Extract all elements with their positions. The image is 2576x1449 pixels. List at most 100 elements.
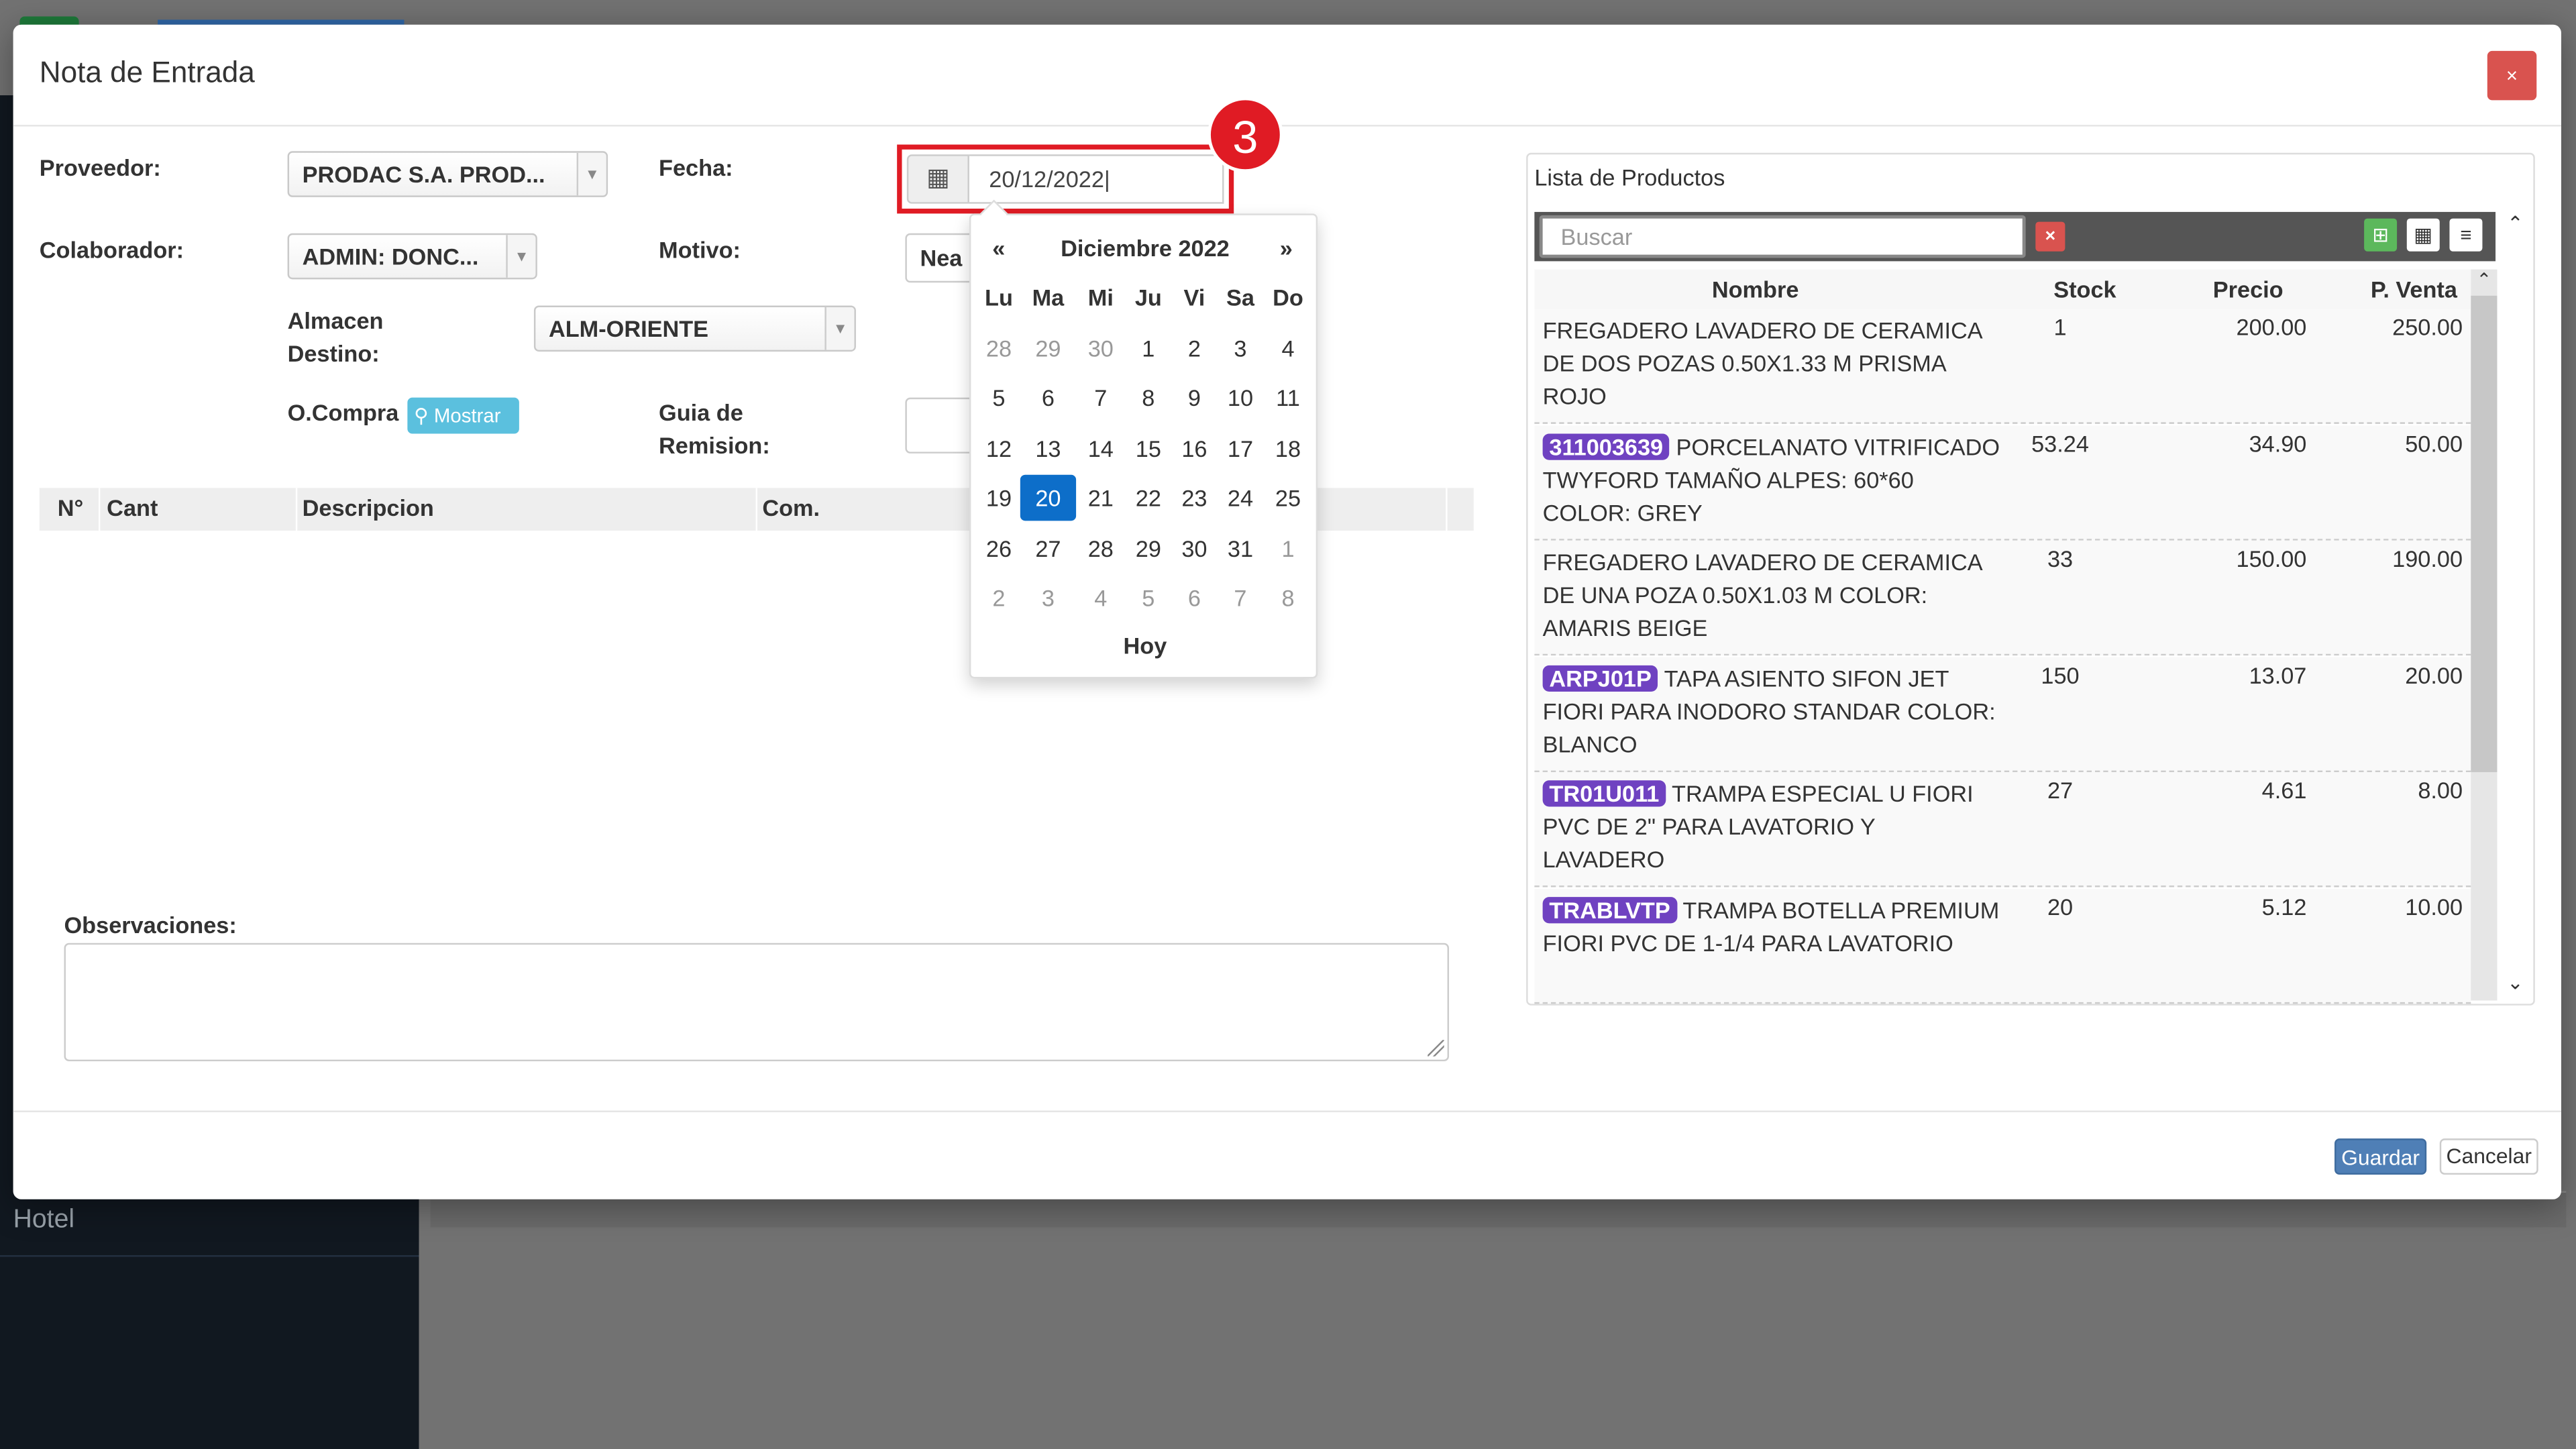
list-view-icon[interactable]: ≡	[2449, 218, 2483, 252]
almacen-value: ALM-ORIENTE	[548, 315, 709, 342]
guardar-button[interactable]: Guardar	[2334, 1138, 2427, 1175]
product-sale: 50.00	[2405, 429, 2463, 456]
chevron-up-icon[interactable]: ⌃	[2502, 212, 2528, 235]
day-cell[interactable]: 5	[971, 374, 1026, 421]
close-button[interactable]: ×	[2487, 50, 2537, 101]
product-stock: 33	[2047, 545, 2074, 572]
day-cell[interactable]: 6	[1020, 374, 1076, 421]
add-product-button[interactable]: ⊞	[2364, 218, 2398, 252]
colaborador-label: Colaborador:	[39, 236, 184, 263]
grid-separator	[1446, 488, 1448, 531]
modal-header: Nota de Entrada ×	[13, 25, 2561, 127]
col-stock: Stock	[2053, 276, 2116, 303]
day-cell[interactable]: 2	[971, 575, 1026, 621]
motivo-label: Motivo:	[659, 236, 741, 263]
table-row[interactable]: ARPJ01P TAPA ASIENTO SIFON JET FIORI PAR…	[1534, 656, 2471, 771]
fecha-input[interactable]: 20/12/2022|	[969, 154, 1224, 204]
day-cell[interactable]: 8	[1260, 575, 1316, 621]
month-label[interactable]: Diciembre 2022	[1057, 235, 1234, 261]
background-header-bar	[158, 19, 405, 25]
mostrar-button[interactable]: ⚲ Mostrar	[407, 397, 519, 434]
ocompra-label: O.Compra	[287, 399, 399, 426]
grid-col-descripcion: Descripcion	[302, 494, 434, 521]
fecha-label: Fecha:	[659, 154, 733, 181]
table-row[interactable]: FREGADERO LAVADERO DE CERAMICA DE UNA PO…	[1534, 540, 2471, 656]
product-sale: 190.00	[2392, 545, 2463, 572]
table-scrollbar[interactable]: ⌃	[2471, 269, 2498, 1001]
weekday-header: Ma	[1032, 284, 1065, 311]
observaciones-label: Observaciones:	[64, 912, 237, 938]
product-code-badge: ARPJ01P	[1542, 665, 1658, 691]
weekday-header: Lu	[985, 284, 1013, 311]
day-cell[interactable]: 13	[1020, 425, 1076, 471]
grid-separator	[295, 488, 298, 531]
grid-col-numero: N°	[57, 494, 84, 521]
cancelar-button[interactable]: Cancelar	[2439, 1138, 2538, 1175]
product-stock: 150	[2041, 661, 2080, 688]
product-stock: 53.24	[2031, 429, 2089, 456]
day-cell[interactable]: 27	[1020, 525, 1076, 571]
product-stock: 27	[2047, 777, 2074, 804]
resize-grip-icon[interactable]	[1428, 1040, 1444, 1057]
next-month-button[interactable]: »	[1280, 235, 1293, 261]
table-row[interactable]: TR01U011 TRAMPA ESPECIAL U FIORI PVC DE …	[1534, 772, 2471, 888]
day-cell[interactable]: 12	[971, 425, 1026, 471]
modal-footer: Guardar Cancelar	[13, 1110, 2561, 1199]
day-cell[interactable]: 1	[1260, 525, 1316, 571]
clear-search-button[interactable]: ×	[2035, 221, 2065, 252]
grid-col-cant: Cant	[107, 494, 158, 521]
fecha-value: 20/12/2022	[989, 166, 1104, 193]
product-stock: 20	[2047, 893, 2074, 920]
scrollbar-thumb[interactable]	[2471, 295, 2498, 773]
almacen-label-line2: Destino:	[287, 339, 380, 367]
panel-scrollbar[interactable]: ⌃ ⌄	[2502, 212, 2528, 1001]
product-price: 200.00	[2236, 313, 2307, 340]
day-cell[interactable]: 19	[971, 475, 1026, 521]
day-cell[interactable]: 29	[1020, 325, 1076, 371]
guia-label-line2: Remision:	[659, 432, 770, 459]
text-cursor: |	[1104, 166, 1110, 193]
almacen-select[interactable]: ALM-ORIENTE ▼	[533, 305, 856, 352]
product-name: TR01U011 TRAMPA ESPECIAL U FIORI PVC DE …	[1542, 777, 2003, 875]
chevron-down-icon[interactable]: ⌄	[2502, 971, 2528, 994]
day-cell[interactable]: 28	[971, 325, 1026, 371]
col-p-venta: P. Venta	[2370, 276, 2457, 303]
product-code-badge: 311003639	[1542, 433, 1670, 459]
prev-month-button[interactable]: «	[992, 235, 1005, 261]
day-cell[interactable]: 20	[1020, 474, 1077, 521]
today-button[interactable]: Hoy	[971, 633, 1319, 659]
day-cell[interactable]: 25	[1260, 475, 1316, 521]
table-row[interactable]: FREGADERO LAVADERO DE CERAMICA DE DOS PO…	[1534, 309, 2471, 424]
day-cell[interactable]: 4	[1260, 325, 1316, 371]
grid-view-icon[interactable]: ▦	[2406, 218, 2440, 252]
product-price: 150.00	[2236, 545, 2307, 572]
day-cell[interactable]: 3	[1020, 575, 1076, 621]
observaciones-textarea[interactable]	[64, 943, 1450, 1062]
search-icon: ⚲	[414, 404, 429, 427]
table-row[interactable]: TRABLVTP TRAMPA BOTELLA PREMIUM FIORI PV…	[1534, 888, 2471, 1004]
product-stock: 1	[2053, 313, 2067, 340]
proveedor-value: PRODAC S.A. PROD...	[302, 161, 545, 188]
fecha-field-highlight: ▦ 20/12/2022|	[897, 144, 1234, 214]
day-cell[interactable]: 18	[1260, 425, 1316, 471]
product-price: 4.61	[2261, 777, 2307, 804]
day-cell[interactable]: 26	[971, 525, 1026, 571]
grid-separator	[98, 488, 101, 531]
product-code-badge: TR01U011	[1542, 780, 1666, 807]
calendar-icon[interactable]: ▦	[906, 154, 969, 204]
col-precio: Precio	[2212, 276, 2284, 303]
product-name: TRABLVTP TRAMPA BOTELLA PREMIUM FIORI PV…	[1542, 893, 2003, 959]
sidebar-item-hotel[interactable]: Hotel	[13, 1206, 74, 1236]
colaborador-select[interactable]: ADMIN: DONC... ▼	[287, 233, 537, 280]
almacen-label-line1: Almacen	[287, 307, 384, 334]
products-table-header: Nombre Stock Precio P. Venta	[1534, 269, 2471, 309]
products-search-input[interactable]: Buscar	[1539, 215, 2026, 258]
chevron-up-icon[interactable]: ⌃	[2471, 270, 2497, 290]
proveedor-select[interactable]: PRODAC S.A. PROD... ▼	[287, 151, 608, 197]
product-description: FREGADERO LAVADERO DE CERAMICA DE DOS PO…	[1542, 317, 1982, 409]
chevron-down-icon: ▼	[576, 152, 606, 196]
product-name: 311003639 PORCELANATO VITRIFICADO TWYFOR…	[1542, 429, 2003, 528]
table-row[interactable]: 311003639 PORCELANATO VITRIFICADO TWYFOR…	[1534, 425, 2471, 540]
day-cell[interactable]: 11	[1260, 374, 1316, 421]
grid-col-com: Com.	[762, 494, 820, 521]
